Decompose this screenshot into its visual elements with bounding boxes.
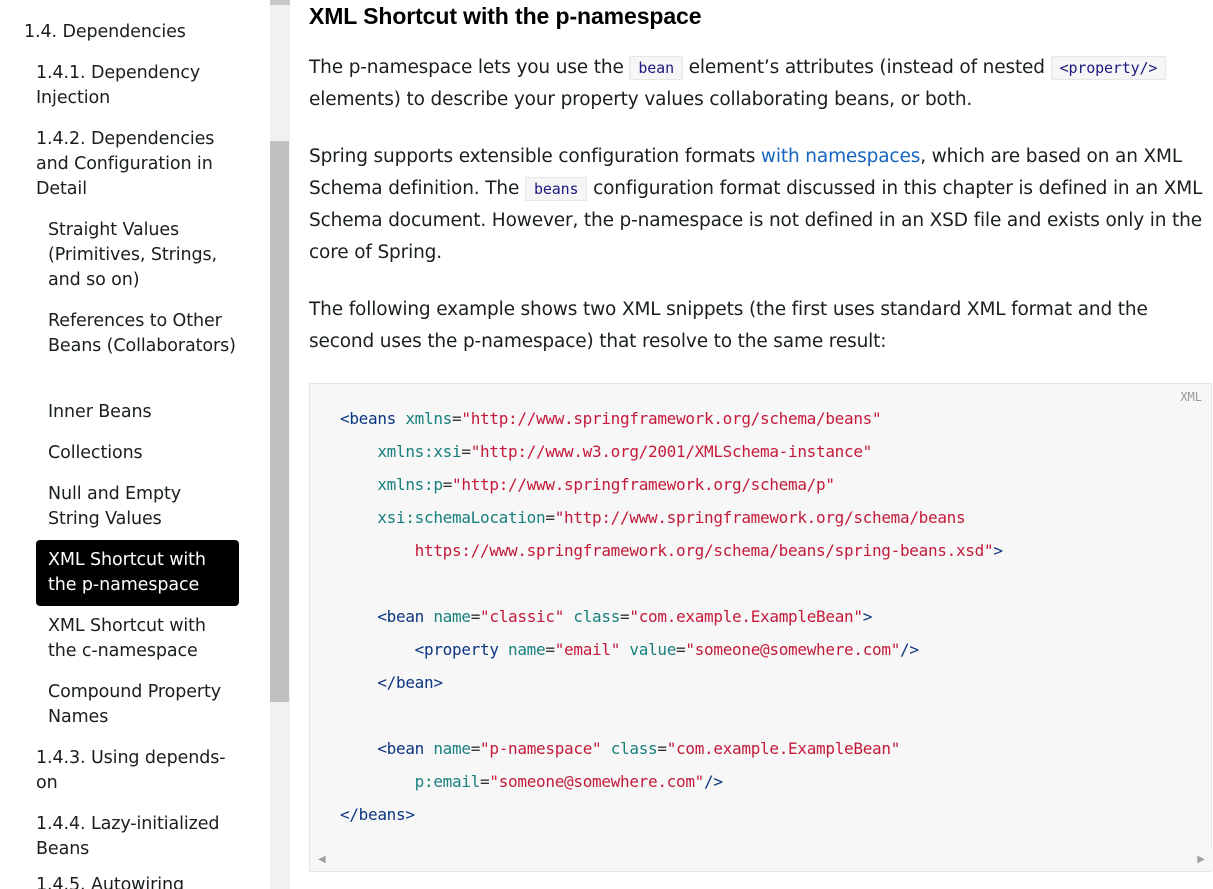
toc-item-dependencies[interactable]: 1.4. Dependencies [24,20,244,45]
scrollbar-top [270,0,290,5]
inline-code-property: <property/> [1050,56,1167,80]
toc-item-depends-on[interactable]: 1.4.3. Using depends-on [36,746,236,796]
code-line: <bean name="p-namespace" class="com.exam… [377,739,901,758]
toc-item-collections[interactable]: Collections [48,441,238,466]
toc-item-straight-values[interactable]: Straight Values (Primitives, Strings, an… [48,218,238,293]
toc-item-dependencies-configuration[interactable]: 1.4.2. Dependencies and Configuration in… [36,127,236,202]
code-content: <beans xmlns="http://www.springframework… [340,402,1003,831]
toc-item-autowiring[interactable]: 1.4.5. Autowiring [36,873,236,889]
toc-item-p-namespace-active[interactable]: XML Shortcut with the p-namespace [36,540,239,606]
section-heading: XML Shortcut with the p-namespace [309,3,702,29]
code-block: XML <beans xmlns="http://www.springframe… [309,383,1213,872]
code-language-label: XML [1180,390,1202,404]
namespaces-link[interactable]: with namespaces [761,146,920,167]
paragraph-namespaces: Spring supports extensible configuration… [309,146,1203,263]
scroll-right-icon[interactable]: ▶ [1197,854,1205,865]
code-line: </bean> [377,673,443,692]
toc-item-null-empty[interactable]: Null and Empty String Values [48,482,238,532]
scrollbar-thumb[interactable] [270,141,289,702]
code-line: xsi:schemaLocation="http://www.springfra… [377,508,966,527]
code-line: p:email="someone@somewhere.com"/> [414,772,723,791]
toc-sidebar: 1.4. Dependencies 1.4.1. Dependency Inje… [0,0,270,889]
code-line: https://www.springframework.org/schema/b… [340,541,1003,560]
code-horizontal-scrollbar[interactable]: ◀ ▶ [310,849,1213,871]
sidebar-scrollbar[interactable] [270,0,290,889]
code-line: xmlns:xsi="http://www.w3.org/2001/XMLSch… [377,442,872,461]
toc-item-references[interactable]: References to Other Beans (Collaborators… [48,309,238,359]
inline-code-beans: beans [524,177,588,201]
toc-item-inner-beans[interactable]: Inner Beans [48,400,238,425]
paragraph-intro: The p-namespace lets you use the bean el… [309,52,1204,116]
inline-code-bean: bean [629,56,683,80]
toc-item-compound-property[interactable]: Compound Property Names [48,680,238,730]
code-line: </beans> [340,805,415,824]
code-line: xmlns:p="http://www.springframework.org/… [377,475,835,494]
scroll-left-icon[interactable]: ◀ [318,854,326,865]
code-line: <property name="email" value="someone@so… [414,640,919,659]
toc-item-lazy-initialized[interactable]: 1.4.4. Lazy-initialized Beans [36,812,236,862]
paragraph-example: The following example shows two XML snip… [309,299,1148,352]
code-line: <bean name="classic" class="com.example.… [377,607,873,626]
toc-item-c-namespace[interactable]: XML Shortcut with the c-namespace [48,614,238,664]
code-line: <beans xmlns="http://www.springframework… [340,409,882,428]
toc-item-dependency-injection[interactable]: 1.4.1. Dependency Injection [36,61,236,111]
main-content: XML Shortcut with the p-namespace The p-… [309,0,1213,889]
